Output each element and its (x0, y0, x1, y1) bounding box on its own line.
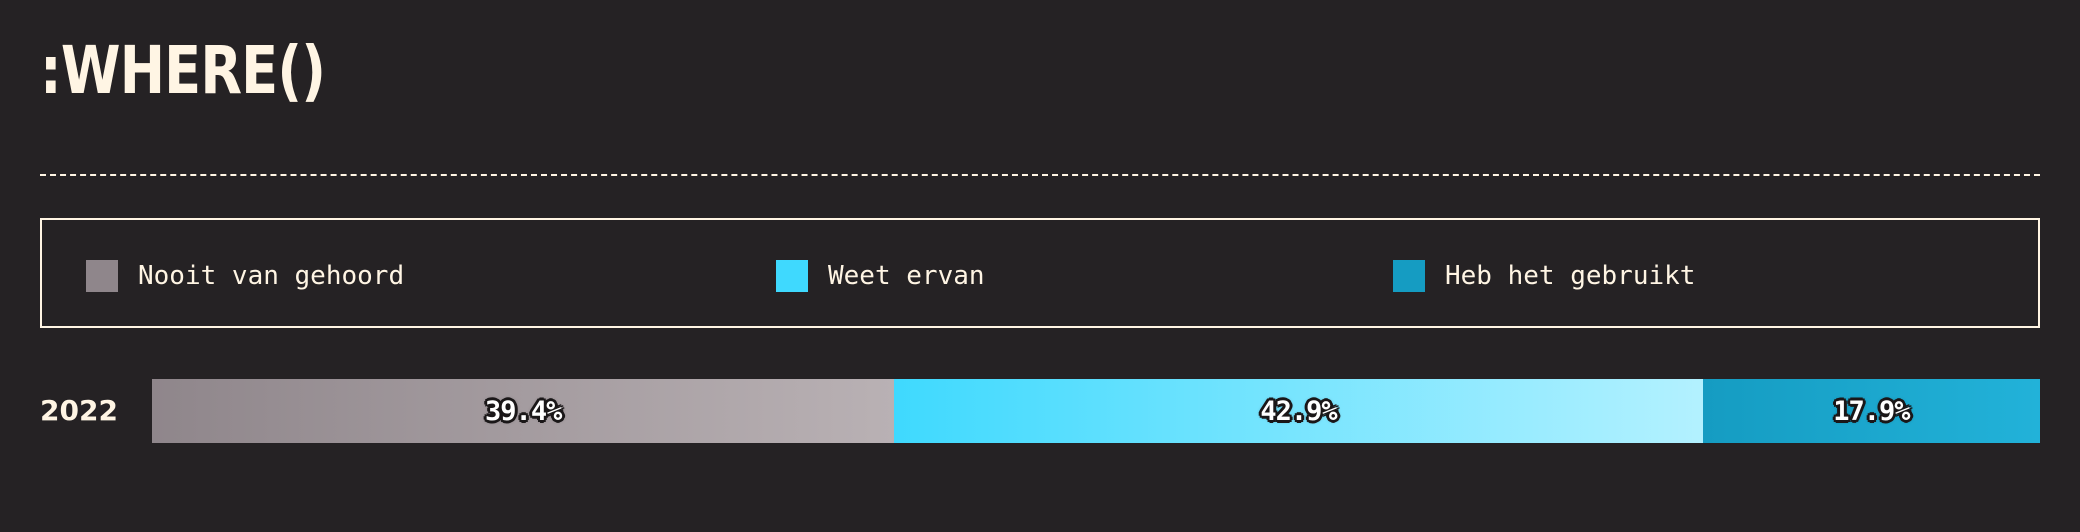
legend-item-heb-het-gebruikt: Heb het gebruikt (1393, 260, 1695, 292)
legend-item-weet-ervan: Weet ervan (776, 260, 985, 292)
bar-value-label: 17.9% (1833, 395, 1910, 427)
legend-label: Weet ervan (828, 261, 985, 291)
legend: Nooit van gehoord Weet ervan Heb het geb… (40, 218, 2040, 328)
legend-label: Nooit van gehoord (138, 261, 405, 291)
bar-value-label: 42.9% (1260, 395, 1337, 427)
bar-segment-heb-het-gebruikt: 17.9% (1702, 379, 2040, 443)
dashed-divider (40, 174, 2040, 176)
stacked-bar: 39.4% 42.9% 17.9% (152, 379, 2040, 443)
bar-segment-weet-ervan: 42.9% (894, 379, 1703, 443)
legend-swatch (86, 260, 118, 292)
bar-segment-nooit-van-gehoord: 39.4% (152, 379, 895, 443)
row-label-year: 2022 (40, 394, 118, 427)
bar-value-label: 39.4% (485, 395, 562, 427)
chart-title: :WHERE() (40, 32, 326, 109)
legend-label: Heb het gebruikt (1445, 261, 1696, 291)
legend-item-nooit-van-gehoord: Nooit van gehoord (86, 260, 404, 292)
legend-swatch (776, 260, 808, 292)
legend-swatch (1393, 260, 1425, 292)
